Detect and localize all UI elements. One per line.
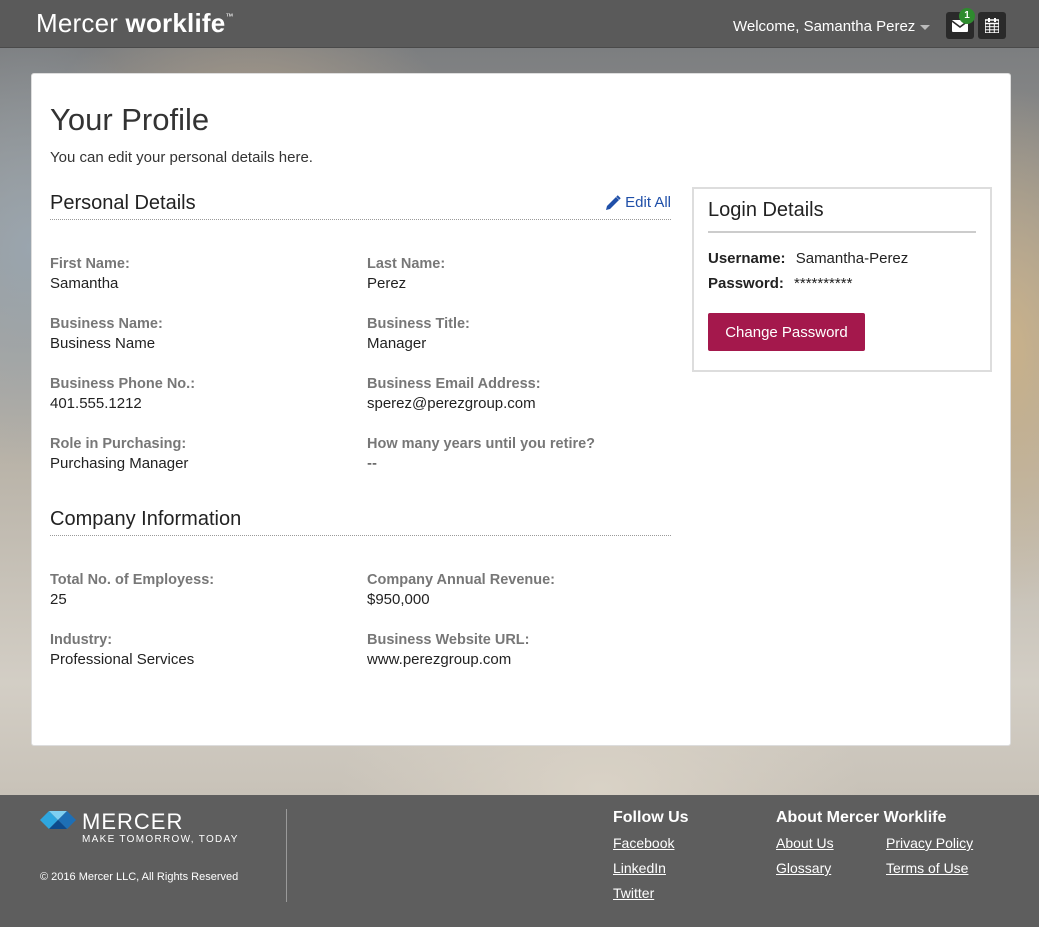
field-label: First Name: <box>50 256 130 272</box>
field-label: Last Name: <box>367 256 446 272</box>
field-industry: Industry: Professional Services <box>50 632 350 668</box>
brand-logo[interactable]: Mercer worklife™ <box>36 8 234 39</box>
terms-of-use-link[interactable]: Terms of Use <box>886 860 968 876</box>
copyright-text: © 2016 Mercer LLC, All Rights Reserved <box>40 871 239 883</box>
user-menu[interactable]: Welcome, Samantha Perez <box>733 18 931 35</box>
field-business-name: Business Name: Business Name <box>50 316 350 352</box>
field-value: Samantha <box>50 275 119 292</box>
linkedin-link[interactable]: LinkedIn <box>613 860 666 876</box>
twitter-link[interactable]: Twitter <box>613 885 654 901</box>
field-value: www.perezgroup.com <box>367 651 512 668</box>
top-header: Mercer worklife™ Welcome, Samantha Perez… <box>0 0 1039 48</box>
field-value: Professional Services <box>50 651 195 668</box>
glossary-link[interactable]: Glossary <box>776 860 831 876</box>
field-label: Business Phone No.: <box>50 376 196 392</box>
edit-all-label: Edit All <box>625 194 671 211</box>
about-heading: About Mercer Worklife <box>776 809 947 826</box>
message-count-badge: 1 <box>959 8 975 24</box>
field-value: Purchasing Manager <box>50 455 189 472</box>
company-information-header: Company Information <box>50 504 671 536</box>
login-details-title: Login Details <box>708 199 976 233</box>
password-value: ********** <box>794 275 853 292</box>
footer-divider <box>286 809 287 902</box>
field-label: Business Title: <box>367 316 470 332</box>
field-value: Business Name <box>50 335 156 352</box>
welcome-text: Welcome, Samantha Perez <box>733 18 916 35</box>
username-value: Samantha-Perez <box>795 250 909 267</box>
field-label: Role in Purchasing: <box>50 436 187 452</box>
follow-us-heading: Follow Us <box>613 809 689 826</box>
field-label: Business Email Address: <box>367 376 541 392</box>
field-label: Company Annual Revenue: <box>367 572 555 588</box>
about-us-link[interactable]: About Us <box>776 835 834 851</box>
field-label: How many years until you retire? <box>367 436 596 452</box>
field-value: 25 <box>50 591 67 608</box>
personal-details-header: Personal Details Edit All <box>50 188 671 220</box>
page-subtitle: You can edit your personal details here. <box>50 149 313 166</box>
pencil-icon <box>606 194 621 210</box>
logo-tagline: MAKE TOMORROW, TODAY <box>82 834 239 845</box>
field-total-employees: Total No. of Employess: 25 <box>50 572 350 608</box>
field-first-name: First Name: Samantha <box>50 256 350 292</box>
profile-card: Your Profile You can edit your personal … <box>31 73 1011 746</box>
footer: MERCER MAKE TOMORROW, TODAY © 2016 Merce… <box>0 795 1039 927</box>
brand-trademark: ™ <box>225 12 234 21</box>
field-years-until-retire: How many years until you retire? -- <box>367 436 667 472</box>
brand-light: Mercer <box>36 8 119 38</box>
field-value: $950,000 <box>367 591 430 608</box>
field-label: Business Website URL: <box>367 632 530 648</box>
field-business-phone: Business Phone No.: 401.555.1212 <box>50 376 350 412</box>
facebook-link[interactable]: Facebook <box>613 835 674 851</box>
username-label: Username: <box>708 250 786 267</box>
logo-wordmark: MERCER <box>82 809 184 834</box>
calendar-button[interactable] <box>978 12 1006 39</box>
login-details-panel: Login Details Username: Samantha-Perez P… <box>692 187 992 372</box>
field-value: -- <box>367 455 377 472</box>
brand-bold: worklife <box>125 8 226 38</box>
field-role-in-purchasing: Role in Purchasing: Purchasing Manager <box>50 436 350 472</box>
edit-all-link[interactable]: Edit All <box>605 194 671 211</box>
calendar-icon <box>985 18 999 33</box>
field-value: sperez@perezgroup.com <box>367 395 536 412</box>
field-value: Perez <box>367 275 407 292</box>
page-title: Your Profile <box>50 102 210 137</box>
privacy-policy-link[interactable]: Privacy Policy <box>886 835 973 851</box>
mercer-logo-icon <box>40 811 76 829</box>
field-label: Industry: <box>50 632 113 648</box>
caret-down-icon <box>920 24 931 30</box>
field-business-title: Business Title: Manager <box>367 316 667 352</box>
change-password-button[interactable]: Change Password <box>708 313 865 351</box>
field-website-url: Business Website URL: www.perezgroup.com <box>367 632 667 668</box>
password-row: Password: ********** <box>708 275 852 292</box>
company-information-title: Company Information <box>50 508 242 530</box>
password-label: Password: <box>708 275 784 292</box>
field-annual-revenue: Company Annual Revenue: $950,000 <box>367 572 667 608</box>
field-last-name: Last Name: Perez <box>367 256 667 292</box>
field-value: Manager <box>367 335 427 352</box>
field-label: Total No. of Employess: <box>50 572 215 588</box>
username-row: Username: Samantha-Perez <box>708 250 908 267</box>
field-value: 401.555.1212 <box>50 395 142 412</box>
field-business-email: Business Email Address: sperez@perezgrou… <box>367 376 667 412</box>
field-label: Business Name: <box>50 316 163 332</box>
personal-details-title: Personal Details <box>50 192 196 214</box>
